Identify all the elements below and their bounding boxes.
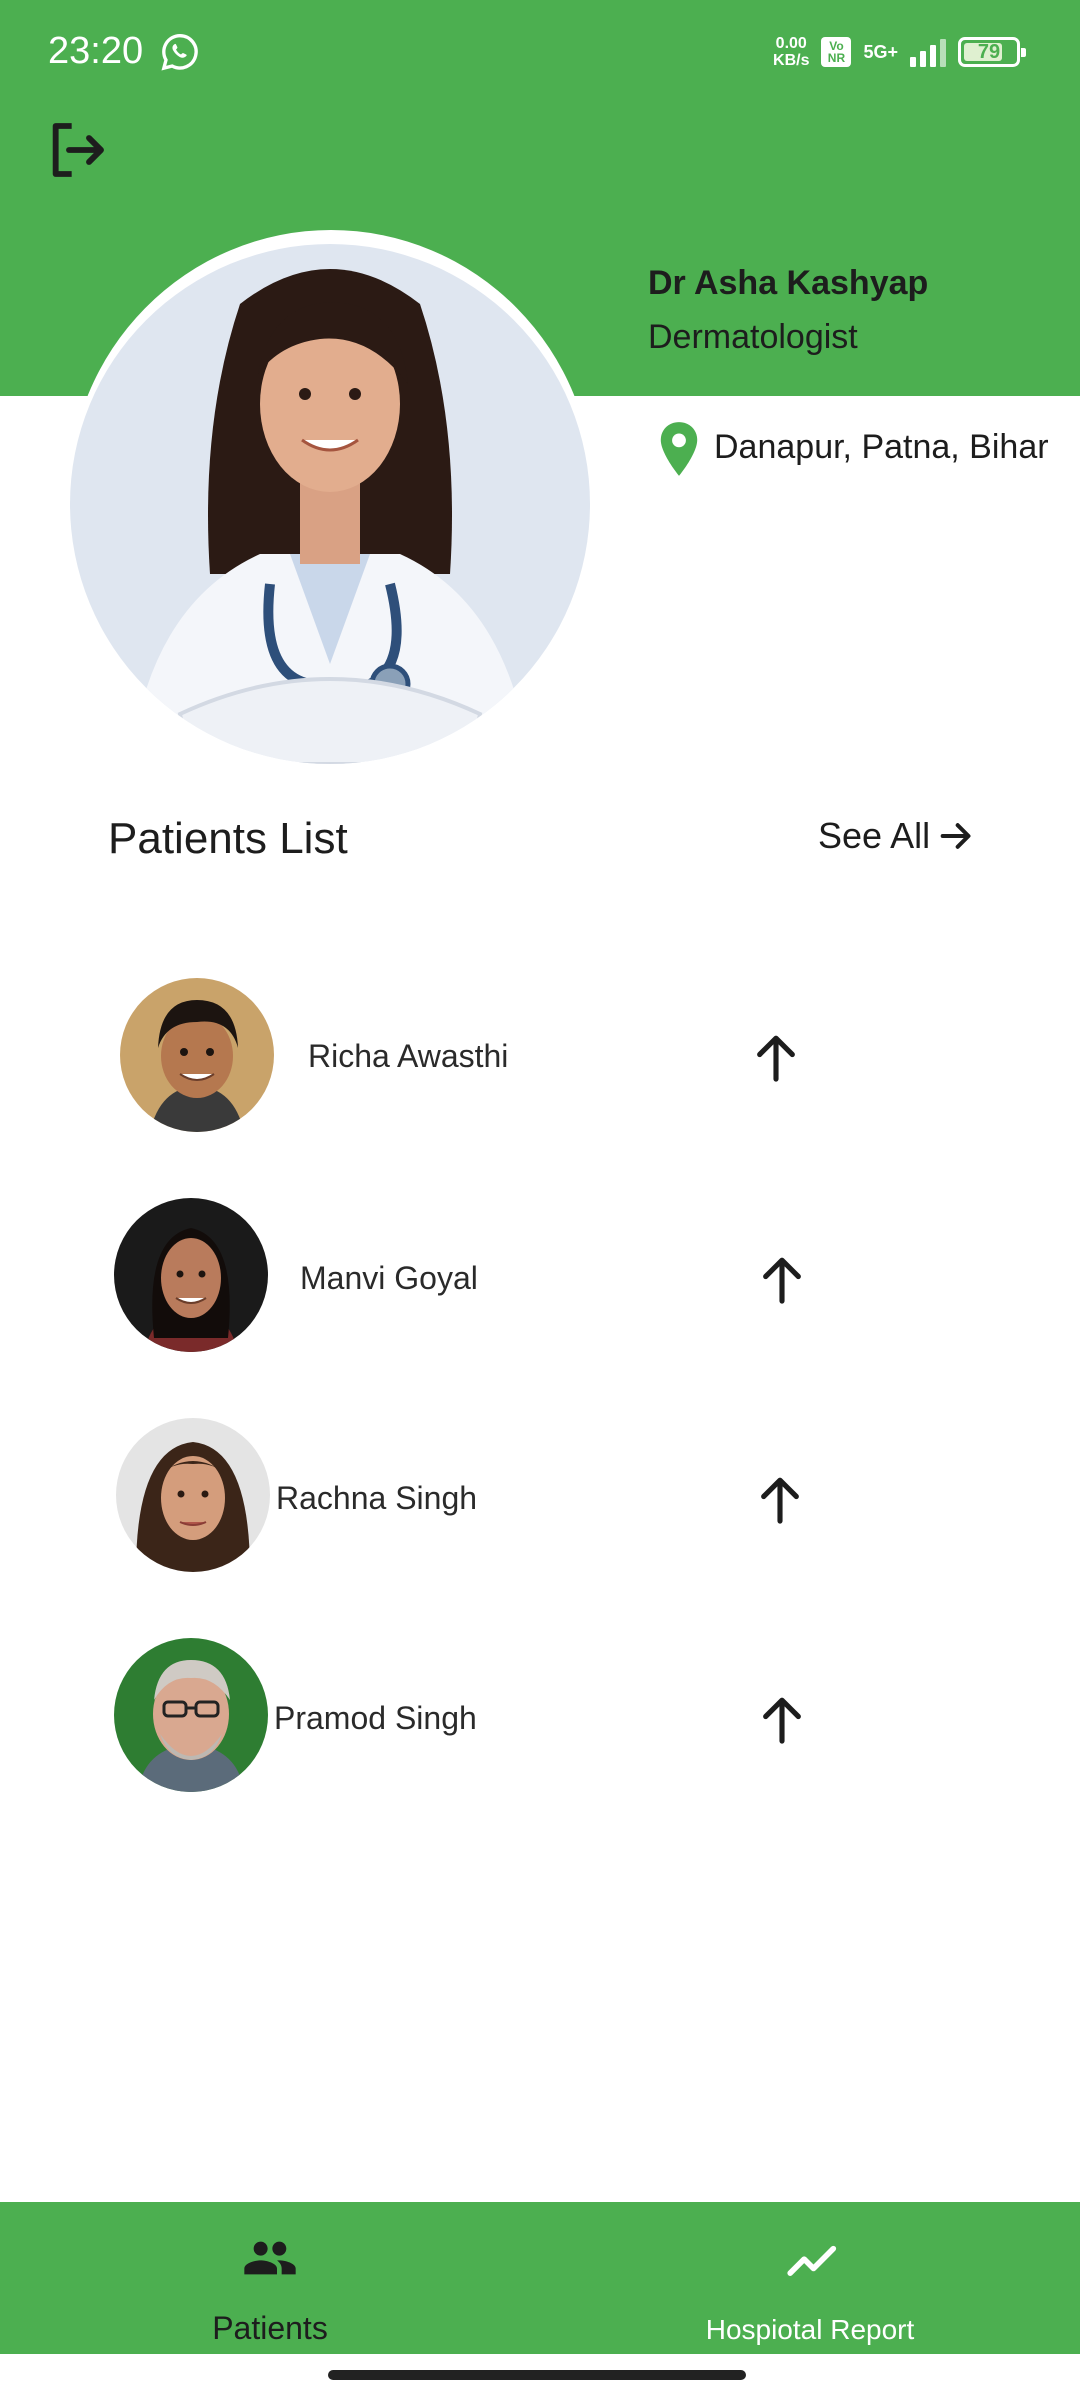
doctor-location: Danapur, Patna, Bihar [714, 428, 1049, 466]
battery-icon: 79 [958, 37, 1026, 67]
nav-patients[interactable]: Patients [0, 2202, 540, 2354]
nav-hospital-report[interactable]: Hospiotal Report [540, 2202, 1080, 2354]
net-speed: 0.00 KB/s [773, 35, 810, 69]
patients-list-title: Patients List [108, 814, 348, 863]
avatar [116, 1418, 270, 1572]
status-indicators: 0.00 KB/s Vo NR 5G+ 79 [773, 30, 1026, 74]
nav-patients-label: Patients [212, 2310, 328, 2346]
vonr-badge: Vo NR [821, 37, 852, 67]
patient-name: Richa Awasthi [308, 1038, 509, 1074]
list-item[interactable]: Rachna Singh [0, 1418, 1080, 1578]
whatsapp-icon [161, 33, 198, 71]
logout-icon[interactable] [42, 118, 112, 182]
people-icon [244, 2241, 296, 2275]
doctor-name: Dr Asha Kashyap [648, 264, 929, 302]
trending-up-icon [787, 2245, 837, 2276]
patient-name: Pramod Singh [274, 1700, 477, 1736]
patient-name: Manvi Goyal [300, 1260, 478, 1296]
list-item[interactable]: Richa Awasthi [0, 978, 1080, 1138]
home-indicator[interactable] [328, 2370, 746, 2380]
battery-percent: 79 [977, 40, 1001, 63]
network-type: 5G+ [863, 41, 898, 62]
nav-hospital-report-label: Hospiotal Report [705, 2314, 915, 2345]
see-all-button[interactable]: See All [818, 814, 976, 858]
location-pin-icon [660, 422, 698, 476]
arrow-up-icon[interactable] [754, 1692, 810, 1748]
avatar [120, 978, 274, 1132]
arrow-up-icon[interactable] [748, 1030, 804, 1086]
list-item[interactable]: Manvi Goyal [0, 1198, 1080, 1358]
avatar [114, 1638, 268, 1792]
doctor-avatar [70, 244, 590, 764]
arrow-up-icon[interactable] [754, 1252, 810, 1308]
status-bar: 23:20 0.00 KB/s Vo NR 5G+ 79 [0, 0, 1080, 100]
status-time: 23:20 [48, 30, 144, 72]
arrow-up-icon[interactable] [752, 1472, 808, 1528]
bottom-navigation: Patients Hospiotal Report [0, 2202, 1080, 2354]
see-all-label: See All [818, 815, 931, 856]
avatar [114, 1198, 268, 1352]
doctor-specialty: Dermatologist [648, 318, 858, 356]
arrow-right-icon [940, 823, 971, 849]
patient-name: Rachna Singh [276, 1480, 478, 1516]
list-item[interactable]: Pramod Singh [0, 1638, 1080, 1798]
signal-icon [910, 37, 946, 67]
